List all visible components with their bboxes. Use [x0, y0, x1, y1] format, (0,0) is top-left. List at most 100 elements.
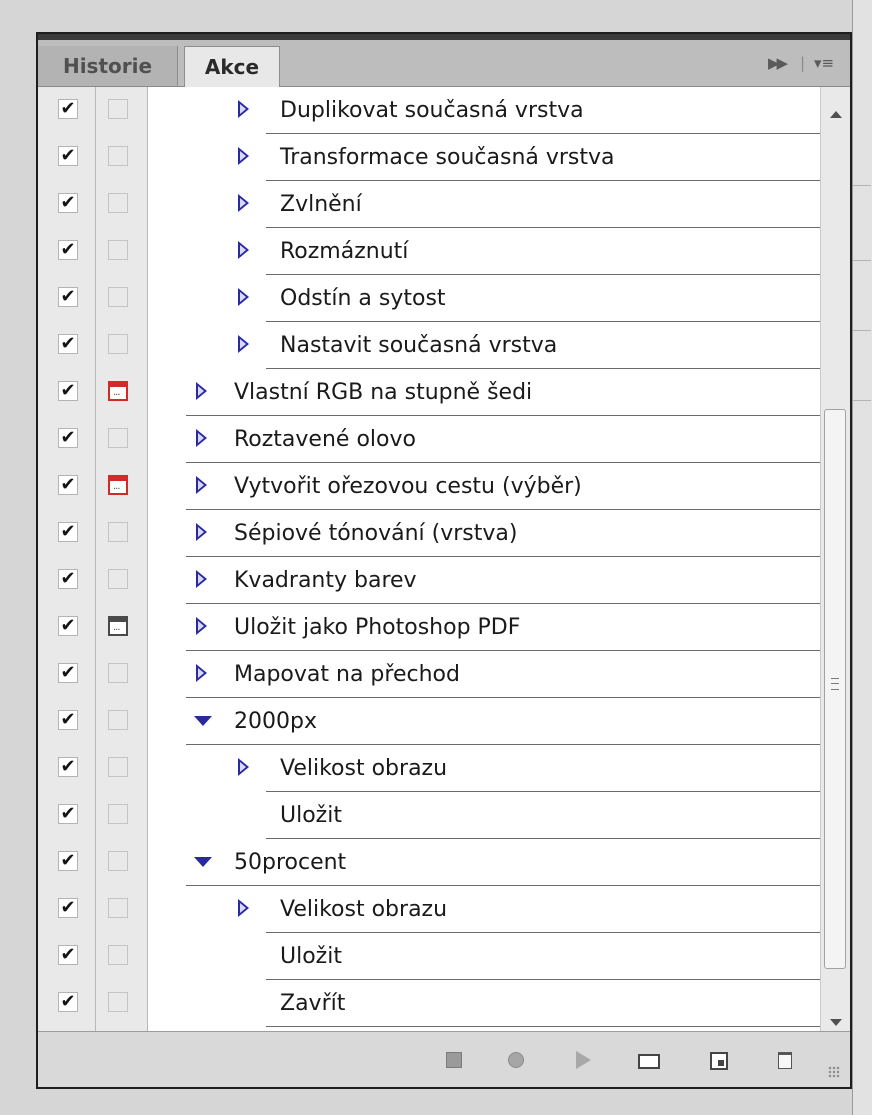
toggle-item-checkbox[interactable]: ✔ [58, 334, 78, 354]
toggle-item-checkbox[interactable]: ✔ [58, 522, 78, 542]
action-row[interactable]: ✔ 50procent [38, 839, 820, 886]
collapsed-triangle-icon[interactable] [238, 758, 249, 776]
toggle-item-checkbox[interactable]: ✔ [58, 240, 78, 260]
dialog-toggle-empty[interactable] [108, 522, 128, 542]
toggle-item-checkbox[interactable]: ✔ [58, 616, 78, 636]
action-label: Rozmáznutí [280, 239, 409, 264]
action-row[interactable]: ✔ Nastavit současná vrstva [38, 322, 820, 369]
scroll-thumb[interactable] [824, 409, 846, 969]
action-row[interactable]: ✔ Uložit [38, 792, 820, 839]
scroll-up-arrow-icon[interactable] [830, 111, 842, 118]
action-row[interactable]: ✔ Uložit [38, 933, 820, 980]
collapsed-triangle-icon[interactable] [196, 523, 207, 541]
toggle-item-checkbox[interactable]: ✔ [58, 381, 78, 401]
dialog-dots-icon: ... [113, 622, 120, 633]
action-row[interactable]: ✔ Roztavené olovo [38, 416, 820, 463]
actions-list: ✔ Duplikovat současná vrstva ✔ Transformace… [38, 87, 850, 1031]
collapsed-triangle-icon[interactable] [196, 382, 207, 400]
action-label: Nastavit současná vrstva [280, 333, 558, 358]
action-row[interactable]: ✔ Zavřít [38, 980, 820, 1027]
collapsed-triangle-icon[interactable] [196, 664, 207, 682]
tab-historie[interactable]: Historie [38, 46, 178, 86]
dialog-toggle-empty[interactable] [108, 569, 128, 589]
dialog-toggle-empty[interactable] [108, 334, 128, 354]
toggle-item-checkbox[interactable]: ✔ [58, 146, 78, 166]
expanded-triangle-icon[interactable] [194, 857, 212, 867]
toggle-item-checkbox[interactable]: ✔ [58, 945, 78, 965]
dialog-toggle-empty[interactable] [108, 898, 128, 918]
dialog-toggle-empty[interactable] [108, 851, 128, 871]
dialog-toggle-empty[interactable] [108, 804, 128, 824]
toggle-item-checkbox[interactable]: ✔ [58, 193, 78, 213]
tab-akce[interactable]: Akce [184, 46, 280, 87]
collapsed-triangle-icon[interactable] [238, 147, 249, 165]
dialog-toggle-empty[interactable] [108, 240, 128, 260]
action-row[interactable]: ✔ Sépiové tónování (vrstva) [38, 510, 820, 557]
toggle-item-checkbox[interactable]: ✔ [58, 851, 78, 871]
toggle-item-checkbox[interactable]: ✔ [58, 99, 78, 119]
expanded-triangle-icon[interactable] [194, 716, 212, 726]
panel-menu-icon[interactable]: ▾≡ [814, 54, 834, 72]
dialog-toggle-empty[interactable] [108, 663, 128, 683]
stop-icon[interactable] [446, 1052, 462, 1068]
toggle-item-checkbox[interactable]: ✔ [58, 710, 78, 730]
scroll-down-arrow-icon[interactable] [830, 1019, 842, 1026]
dialog-dots-icon: ... [113, 481, 120, 492]
play-icon[interactable] [576, 1051, 591, 1069]
trash-icon[interactable] [778, 1052, 792, 1069]
dialog-toggle-empty[interactable] [108, 992, 128, 1012]
vertical-scrollbar[interactable] [820, 87, 850, 1031]
action-row[interactable]: ✔... Vlastní RGB na stupně šedi [38, 369, 820, 416]
dialog-toggle-empty[interactable] [108, 193, 128, 213]
action-row[interactable]: ✔ Kvadranty barev [38, 557, 820, 604]
toggle-item-checkbox[interactable]: ✔ [58, 898, 78, 918]
action-row[interactable]: ✔ Mapovat na přechod [38, 651, 820, 698]
new-item-icon[interactable] [710, 1052, 728, 1070]
collapsed-triangle-icon[interactable] [238, 100, 249, 118]
dock-divider [853, 185, 871, 186]
action-row[interactable]: ✔ Transformace současná vrstva [38, 134, 820, 181]
toggle-item-checkbox[interactable]: ✔ [58, 287, 78, 307]
toggle-item-checkbox[interactable]: ✔ [58, 475, 78, 495]
dialog-toggle-empty[interactable] [108, 757, 128, 777]
action-row[interactable]: ✔ Duplikovat současná vrstva [38, 87, 820, 134]
dialog-toggle-empty[interactable] [108, 945, 128, 965]
dialog-toggle-icon[interactable]: ... [108, 475, 128, 495]
dialog-toggle-icon[interactable]: ... [108, 381, 128, 401]
panel-drag-bar[interactable] [38, 34, 850, 40]
resize-grip-icon[interactable] [828, 1066, 840, 1078]
action-row[interactable]: ✔ Rozmáznutí [38, 228, 820, 275]
toggle-item-checkbox[interactable]: ✔ [58, 992, 78, 1012]
action-row[interactable]: ✔ 2000px [38, 698, 820, 745]
action-row[interactable]: ✔ Odstín a sytost [38, 275, 820, 322]
collapsed-triangle-icon[interactable] [238, 194, 249, 212]
dialog-toggle-empty[interactable] [108, 146, 128, 166]
toggle-item-checkbox[interactable]: ✔ [58, 663, 78, 683]
folder-icon[interactable] [638, 1054, 660, 1069]
collapsed-triangle-icon[interactable] [196, 570, 207, 588]
toggle-item-checkbox[interactable]: ✔ [58, 804, 78, 824]
action-row[interactable]: ✔ Zvlnění [38, 181, 820, 228]
dialog-toggle-empty[interactable] [108, 428, 128, 448]
collapsed-triangle-icon[interactable] [238, 241, 249, 259]
collapsed-triangle-icon[interactable] [238, 288, 249, 306]
action-row[interactable]: ✔ Velikost obrazu [38, 886, 820, 933]
collapse-panel-icon[interactable]: ▶▶ [768, 54, 788, 72]
action-row[interactable]: ✔... Uložit jako Photoshop PDF [38, 604, 820, 651]
record-icon[interactable] [508, 1052, 524, 1068]
action-row[interactable]: ✔ Velikost obrazu [38, 745, 820, 792]
collapsed-triangle-icon[interactable] [196, 429, 207, 447]
tab-separator: | [800, 54, 806, 72]
collapsed-triangle-icon[interactable] [196, 617, 207, 635]
dialog-toggle-empty[interactable] [108, 99, 128, 119]
toggle-item-checkbox[interactable]: ✔ [58, 757, 78, 777]
collapsed-triangle-icon[interactable] [238, 899, 249, 917]
action-row[interactable]: ✔... Vytvořit ořezovou cestu (výběr) [38, 463, 820, 510]
dialog-toggle-empty[interactable] [108, 710, 128, 730]
collapsed-triangle-icon[interactable] [196, 476, 207, 494]
dialog-toggle-icon[interactable]: ... [108, 616, 128, 636]
toggle-item-checkbox[interactable]: ✔ [58, 569, 78, 589]
collapsed-triangle-icon[interactable] [238, 335, 249, 353]
dialog-toggle-empty[interactable] [108, 287, 128, 307]
toggle-item-checkbox[interactable]: ✔ [58, 428, 78, 448]
